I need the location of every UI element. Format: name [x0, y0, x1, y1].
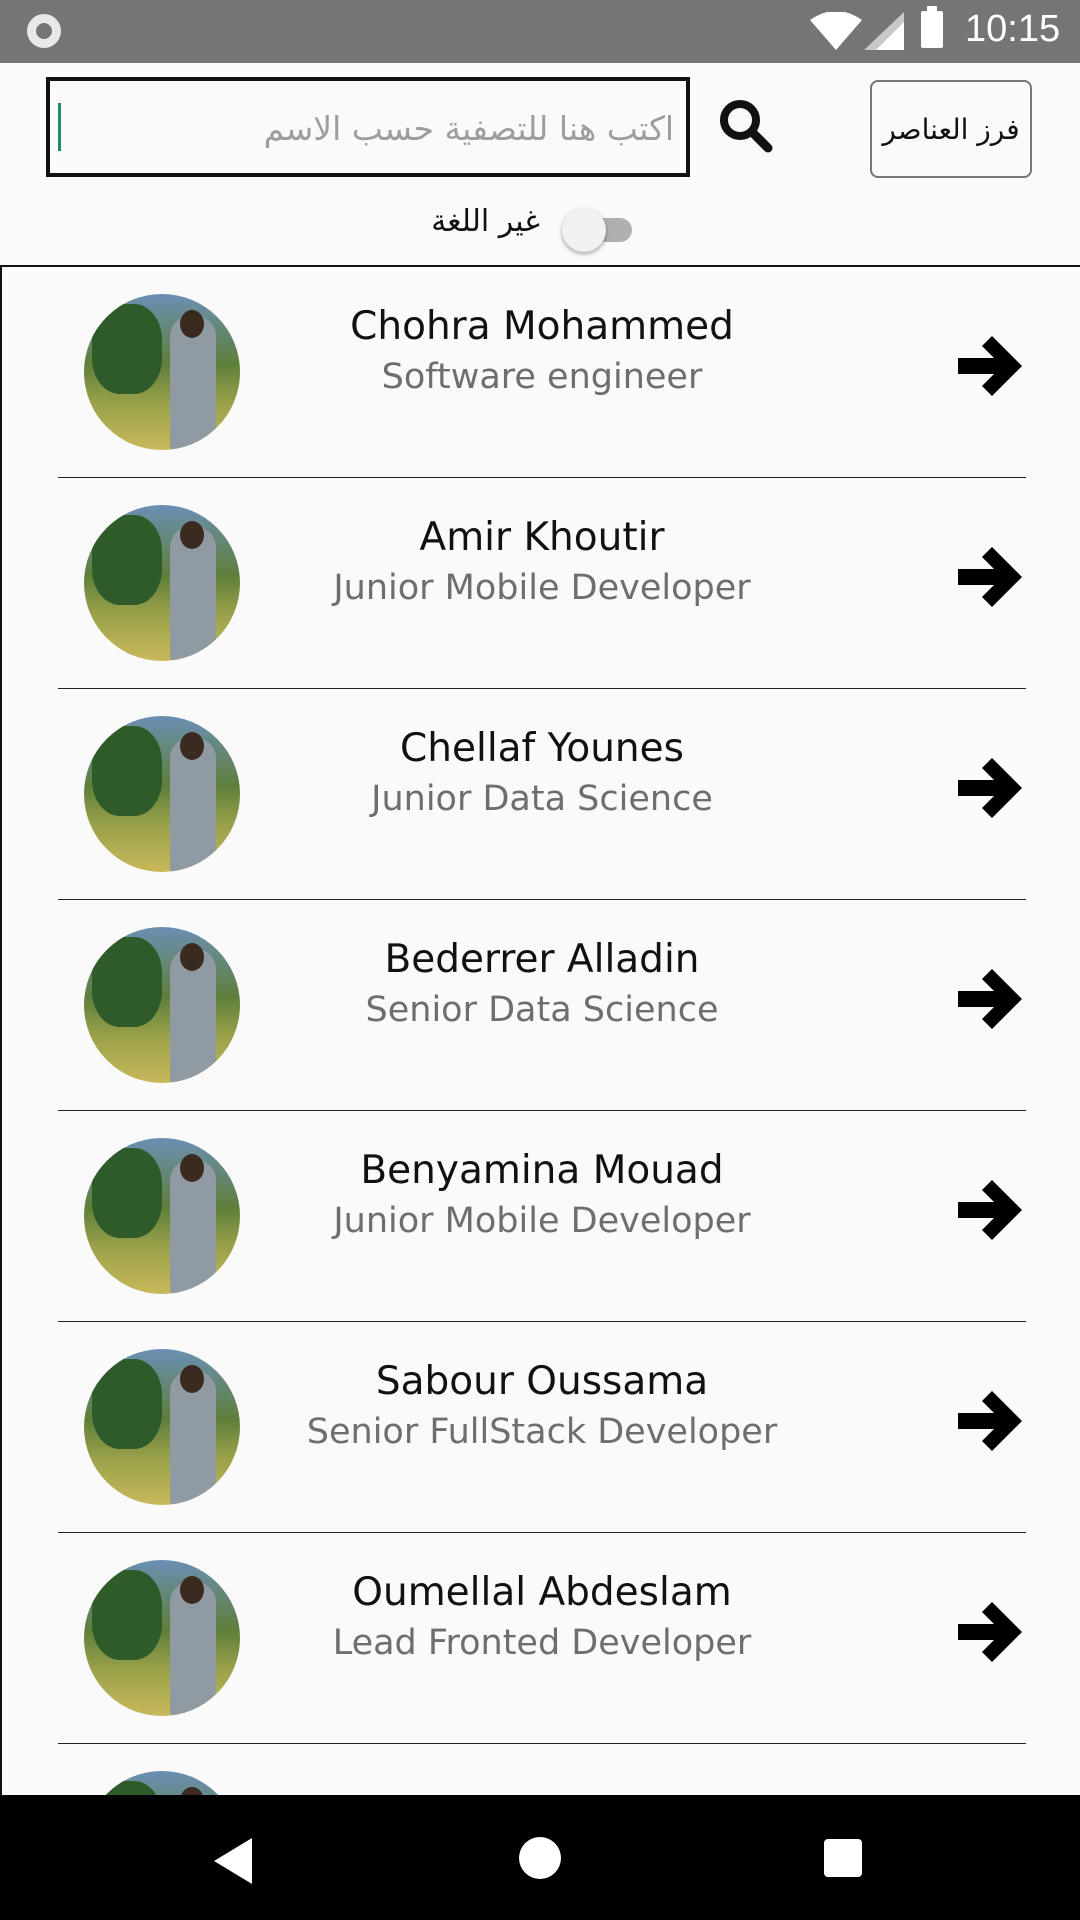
avatar-head: [180, 1154, 204, 1182]
list-item[interactable]: Bederrer Alladin Senior Data Science: [2, 900, 1080, 1111]
list-item[interactable]: Sabour Oussama Senior FullStack Develope…: [2, 1322, 1080, 1533]
arrow-right-icon[interactable]: [952, 1383, 1028, 1459]
avatar-head: [180, 521, 204, 549]
notification-dot-icon: [27, 14, 61, 48]
avatar: [84, 1349, 240, 1505]
arrow-right-icon[interactable]: [952, 961, 1028, 1037]
avatar-tree: [92, 515, 162, 605]
avatar-tree: [92, 304, 162, 394]
wifi-icon: [810, 12, 862, 50]
avatar-tree: [92, 937, 162, 1027]
employee-name: Chohra Mohammed: [350, 304, 734, 349]
home-icon[interactable]: [519, 1837, 561, 1879]
arrow-right-icon[interactable]: [952, 1172, 1028, 1248]
avatar: [84, 927, 240, 1083]
sort-items-button[interactable]: فرز العناصر: [870, 80, 1032, 178]
list-item[interactable]: Benyamina Mouad Junior Mobile Developer: [2, 1111, 1080, 1322]
status-time: 10:15: [965, 8, 1061, 50]
employee-name: Chellaf Younes: [400, 726, 684, 771]
search-field[interactable]: [46, 77, 690, 177]
avatar-head: [180, 1576, 204, 1604]
employee-title: Software engineer: [381, 357, 703, 397]
avatar: [84, 294, 240, 450]
change-language-label: غير اللغة: [431, 204, 540, 239]
employee-title: Senior Data Science: [365, 990, 719, 1030]
arrow-right-icon[interactable]: [952, 1594, 1028, 1670]
avatar: [84, 716, 240, 872]
avatar-tree: [92, 1570, 162, 1660]
battery-icon: [921, 6, 943, 48]
back-icon[interactable]: [214, 1838, 254, 1884]
search-input[interactable]: [64, 91, 676, 165]
employee-list[interactable]: Chohra Mohammed Software engineer Amir K…: [0, 265, 1080, 1797]
arrow-right-icon[interactable]: [952, 750, 1028, 826]
status-bar: 10:15: [0, 0, 1080, 63]
employee-name: Benyamina Mouad: [360, 1148, 724, 1193]
employee-title: Senior FullStack Developer: [306, 1412, 778, 1452]
arrow-right-icon[interactable]: [952, 328, 1028, 404]
avatar-tree: [92, 1148, 162, 1238]
employee-title: Lead Fronted Developer: [332, 1623, 752, 1663]
list-item[interactable]: Chellaf Younes Junior Data Science: [2, 689, 1080, 900]
avatar-head: [180, 310, 204, 338]
list-item[interactable]: [2, 1744, 1080, 1797]
avatar: [84, 1771, 240, 1797]
employee-name: Bederrer Alladin: [384, 937, 700, 982]
avatar-tree: [92, 1359, 162, 1449]
language-toggle-switch[interactable]: [562, 206, 642, 252]
arrow-right-icon[interactable]: [952, 539, 1028, 615]
avatar-head: [180, 732, 204, 760]
avatar: [84, 505, 240, 661]
avatar-head: [180, 943, 204, 971]
toggle-thumb: [562, 208, 606, 252]
list-item[interactable]: Oumellal Abdeslam Lead Fronted Developer: [2, 1533, 1080, 1744]
employee-name: Oumellal Abdeslam: [352, 1570, 732, 1615]
search-icon[interactable]: [718, 98, 774, 154]
employee-title: Junior Mobile Developer: [333, 1201, 751, 1241]
avatar-head: [180, 1365, 204, 1393]
avatar: [84, 1560, 240, 1716]
employee-title: Junior Mobile Developer: [333, 568, 751, 608]
avatar: [84, 1138, 240, 1294]
recent-apps-icon[interactable]: [824, 1839, 862, 1877]
text-cursor: [58, 103, 61, 151]
employee-name: Amir Khoutir: [419, 515, 665, 560]
navigation-bar: [0, 1795, 1080, 1920]
list-item[interactable]: Chohra Mohammed Software engineer: [2, 267, 1080, 478]
avatar-tree: [92, 726, 162, 816]
employee-name: Sabour Oussama: [375, 1359, 709, 1404]
cellular-signal-icon: [864, 12, 904, 50]
list-item[interactable]: Amir Khoutir Junior Mobile Developer: [2, 478, 1080, 689]
employee-title: Junior Data Science: [371, 779, 713, 819]
